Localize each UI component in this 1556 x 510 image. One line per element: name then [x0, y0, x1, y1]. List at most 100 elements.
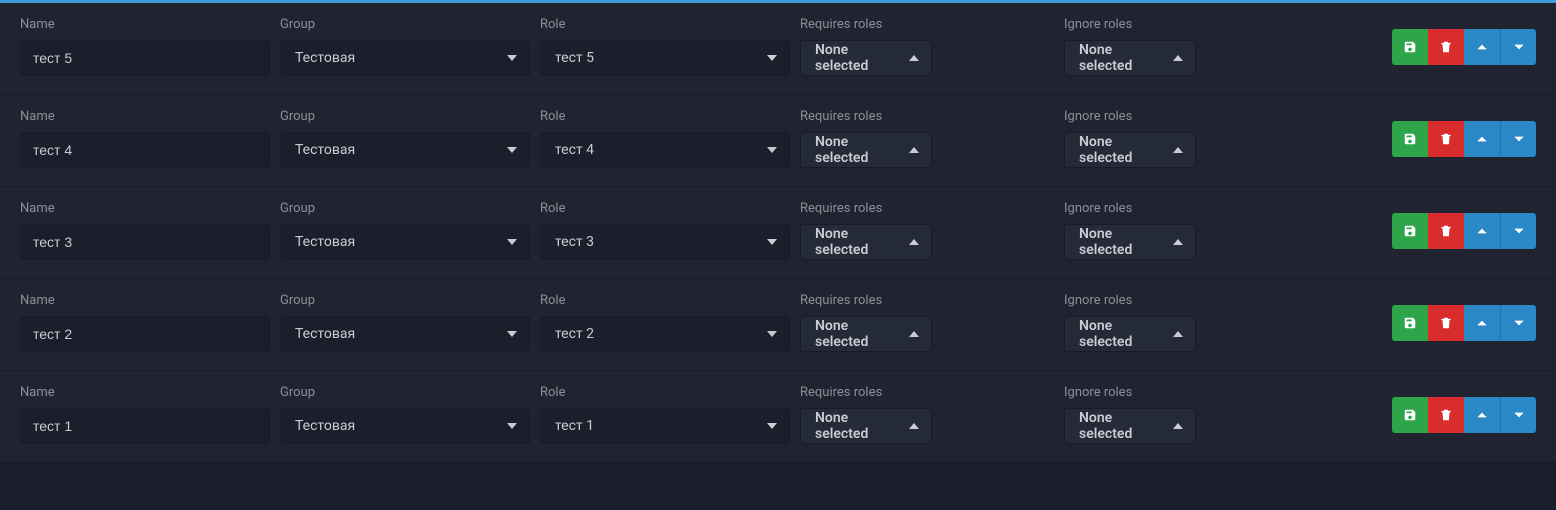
ignore-label: Ignore roles	[1064, 293, 1318, 308]
caret-up-icon	[1173, 421, 1183, 431]
name-label: Name	[20, 109, 270, 124]
requires-roles-value: None selected	[815, 134, 901, 166]
group-select[interactable]: Тестовая	[280, 40, 530, 76]
role-row: Name Group Тестовая Role тест 3 Requires…	[0, 187, 1556, 279]
trash-icon	[1439, 408, 1453, 422]
chevron-down-icon	[1512, 408, 1526, 422]
trash-icon	[1439, 132, 1453, 146]
name-label: Name	[20, 293, 270, 308]
role-select[interactable]: тест 4	[540, 132, 790, 168]
delete-button[interactable]	[1428, 29, 1464, 65]
role-select-value: тест 1	[555, 418, 594, 434]
group-select[interactable]: Тестовая	[280, 408, 530, 444]
caret-up-icon	[909, 53, 919, 63]
name-label: Name	[20, 17, 270, 32]
delete-button[interactable]	[1428, 121, 1464, 157]
caret-up-icon	[1173, 145, 1183, 155]
role-select[interactable]: тест 5	[540, 40, 790, 76]
role-label: Role	[540, 385, 790, 400]
ignore-roles-dropdown[interactable]: None selected	[1064, 132, 1196, 168]
caret-up-icon	[1173, 329, 1183, 339]
requires-roles-dropdown[interactable]: None selected	[800, 224, 932, 260]
role-select-value: тест 4	[555, 142, 594, 158]
save-button[interactable]	[1392, 305, 1428, 341]
chevron-down-icon	[767, 329, 777, 339]
ignore-roles-value: None selected	[1079, 318, 1165, 350]
save-button[interactable]	[1392, 213, 1428, 249]
move-down-button[interactable]	[1500, 213, 1536, 249]
group-select-value: Тестовая	[295, 418, 355, 434]
trash-icon	[1439, 40, 1453, 54]
name-input[interactable]	[20, 224, 270, 260]
group-select-value: Тестовая	[295, 142, 355, 158]
name-input[interactable]	[20, 40, 270, 76]
group-select[interactable]: Тестовая	[280, 316, 530, 352]
ignore-roles-dropdown[interactable]: None selected	[1064, 40, 1196, 76]
delete-button[interactable]	[1428, 397, 1464, 433]
delete-button[interactable]	[1428, 305, 1464, 341]
caret-up-icon	[1173, 53, 1183, 63]
caret-up-icon	[909, 145, 919, 155]
role-label: Role	[540, 17, 790, 32]
chevron-up-icon	[1475, 224, 1489, 238]
move-down-button[interactable]	[1500, 121, 1536, 157]
move-down-button[interactable]	[1500, 305, 1536, 341]
chevron-down-icon	[507, 237, 517, 247]
group-label: Group	[280, 293, 530, 308]
group-select-value: Тестовая	[295, 50, 355, 66]
group-select-value: Тестовая	[295, 234, 355, 250]
chevron-down-icon	[1512, 132, 1526, 146]
group-select[interactable]: Тестовая	[280, 224, 530, 260]
name-input[interactable]	[20, 316, 270, 352]
chevron-down-icon	[507, 53, 517, 63]
row-action-group	[1392, 29, 1536, 65]
delete-button[interactable]	[1428, 213, 1464, 249]
requires-roles-dropdown[interactable]: None selected	[800, 132, 932, 168]
name-input[interactable]	[20, 408, 270, 444]
group-label: Group	[280, 109, 530, 124]
move-up-button[interactable]	[1464, 305, 1500, 341]
ignore-roles-dropdown[interactable]: None selected	[1064, 224, 1196, 260]
role-select[interactable]: тест 1	[540, 408, 790, 444]
chevron-up-icon	[1475, 132, 1489, 146]
move-down-button[interactable]	[1500, 29, 1536, 65]
move-down-button[interactable]	[1500, 397, 1536, 433]
chevron-down-icon	[1512, 224, 1526, 238]
chevron-up-icon	[1475, 408, 1489, 422]
requires-roles-dropdown[interactable]: None selected	[800, 316, 932, 352]
ignore-roles-dropdown[interactable]: None selected	[1064, 316, 1196, 352]
role-row: Name Group Тестовая Role тест 4 Requires…	[0, 95, 1556, 187]
caret-up-icon	[1173, 237, 1183, 247]
ignore-roles-dropdown[interactable]: None selected	[1064, 408, 1196, 444]
requires-label: Requires roles	[800, 109, 1054, 124]
move-up-button[interactable]	[1464, 121, 1500, 157]
move-up-button[interactable]	[1464, 213, 1500, 249]
save-button[interactable]	[1392, 121, 1428, 157]
move-up-button[interactable]	[1464, 397, 1500, 433]
requires-roles-dropdown[interactable]: None selected	[800, 40, 932, 76]
group-label: Group	[280, 17, 530, 32]
save-icon	[1403, 132, 1417, 146]
chevron-down-icon	[507, 421, 517, 431]
save-icon	[1403, 316, 1417, 330]
chevron-up-icon	[1475, 40, 1489, 54]
group-select[interactable]: Тестовая	[280, 132, 530, 168]
row-action-group	[1392, 397, 1536, 433]
save-icon	[1403, 224, 1417, 238]
ignore-roles-value: None selected	[1079, 410, 1165, 442]
role-select-value: тест 3	[555, 234, 594, 250]
ignore-label: Ignore roles	[1064, 201, 1318, 216]
group-select-value: Тестовая	[295, 326, 355, 342]
name-input[interactable]	[20, 132, 270, 168]
role-select[interactable]: тест 2	[540, 316, 790, 352]
requires-roles-value: None selected	[815, 42, 901, 74]
requires-roles-dropdown[interactable]: None selected	[800, 408, 932, 444]
role-label: Role	[540, 293, 790, 308]
role-select[interactable]: тест 3	[540, 224, 790, 260]
save-button[interactable]	[1392, 29, 1428, 65]
ignore-label: Ignore roles	[1064, 109, 1318, 124]
chevron-down-icon	[507, 329, 517, 339]
move-up-button[interactable]	[1464, 29, 1500, 65]
save-button[interactable]	[1392, 397, 1428, 433]
caret-up-icon	[909, 237, 919, 247]
